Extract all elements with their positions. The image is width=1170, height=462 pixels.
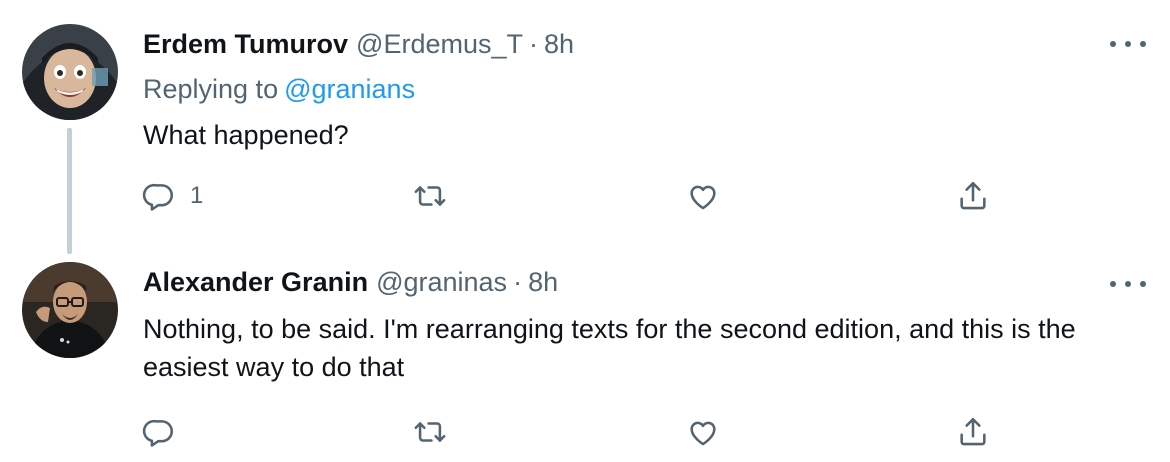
mention-link[interactable]: @granians: [284, 74, 415, 104]
tweet-actions: [0, 412, 1170, 452]
replying-to: Replying to @granians: [143, 74, 415, 105]
share-icon: [960, 181, 986, 210]
author-name[interactable]: Alexander Granin: [143, 267, 368, 298]
share-icon: [960, 417, 986, 446]
author-name[interactable]: Erdem Tumurov: [143, 29, 348, 60]
timestamp[interactable]: 8h: [544, 29, 574, 60]
like-button[interactable]: [686, 412, 720, 452]
separator: ·: [513, 267, 523, 297]
more-options-button[interactable]: [1110, 272, 1146, 296]
reply-icon: [142, 419, 174, 447]
tweet-text: Nothing, to be said. I'm rearranging tex…: [143, 314, 1076, 382]
reply-count: 1: [190, 182, 204, 209]
thread-connector-line: [67, 128, 72, 254]
reply-button[interactable]: 1: [142, 176, 203, 216]
retweet-button[interactable]: [413, 176, 447, 216]
like-icon: [690, 185, 716, 210]
replying-to-label: Replying to: [143, 74, 279, 104]
more-icon: [1110, 281, 1116, 287]
retweet-icon: [414, 422, 446, 442]
retweet-icon: [414, 186, 446, 206]
reply-button[interactable]: [142, 412, 176, 452]
tweet-header: Alexander Granin @graninas · 8h: [143, 267, 558, 298]
reply-icon: [142, 183, 174, 211]
timestamp[interactable]: 8h: [528, 267, 558, 298]
avatar[interactable]: [22, 262, 118, 358]
author-handle[interactable]: @Erdemus_T: [356, 29, 523, 60]
separator: ·: [529, 29, 538, 59]
tweet[interactable]: Alexander Granin @graninas · 8h Nothing,…: [0, 240, 1170, 462]
share-button[interactable]: [956, 176, 990, 216]
like-button[interactable]: [686, 176, 720, 216]
author-handle[interactable]: @graninas: [376, 267, 507, 298]
like-icon: [690, 421, 716, 446]
avatar[interactable]: [22, 24, 118, 120]
tweet-text: What happened?: [143, 120, 349, 150]
tweet-actions: 1: [0, 176, 1170, 216]
tweet[interactable]: Erdem Tumurov @Erdemus_T · 8h Replying t…: [0, 0, 1170, 240]
retweet-button[interactable]: [413, 412, 447, 452]
share-button[interactable]: [956, 412, 990, 452]
more-options-button[interactable]: [1110, 32, 1146, 56]
more-icon: [1110, 41, 1116, 47]
tweet-header: Erdem Tumurov @Erdemus_T · 8h: [143, 29, 574, 60]
